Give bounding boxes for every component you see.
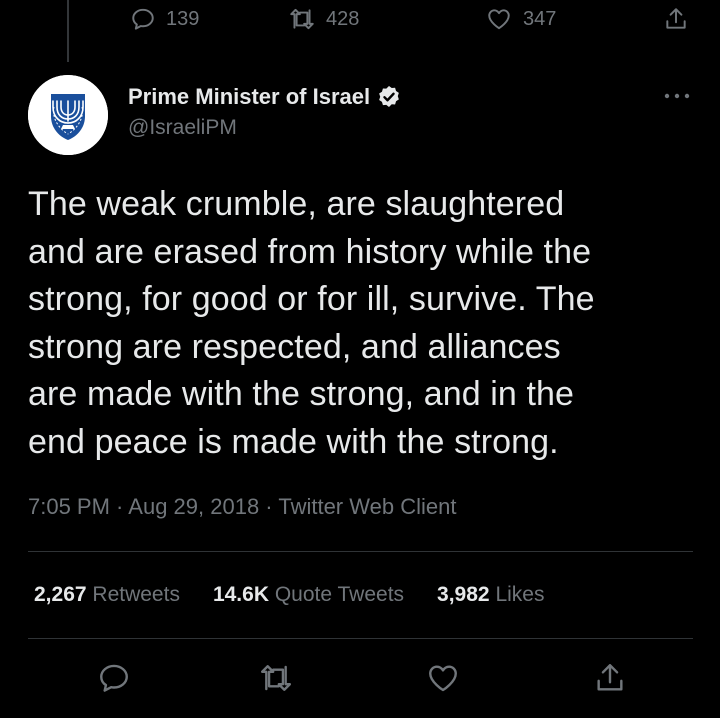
- like-button[interactable]: [425, 660, 461, 696]
- likes-stat[interactable]: 3,982 Likes: [437, 583, 544, 607]
- tweet-text-line: are made with the strong, and in the: [28, 375, 575, 413]
- retweets-stat[interactable]: 2,267 Retweets: [34, 583, 180, 607]
- tweet-time[interactable]: 7:05 PM: [28, 494, 110, 519]
- previous-reply-button[interactable]: 139: [130, 6, 199, 32]
- retweet-icon: [290, 8, 314, 30]
- previous-share-button[interactable]: [663, 6, 689, 32]
- quote-tweets-count: 14.6K: [212, 583, 269, 606]
- state-emblem-icon: [28, 75, 108, 155]
- likes-count: 3,982: [437, 583, 490, 606]
- retweet-button[interactable]: [258, 660, 294, 696]
- retweets-label: Retweets: [92, 583, 180, 606]
- more-icon: [664, 93, 690, 99]
- heart-icon: [488, 9, 510, 30]
- tweet-text: The weak crumble, are slaughtered and ar…: [28, 181, 698, 466]
- likes-label: Likes: [495, 583, 545, 606]
- previous-tweet-actions: 139 428 347: [130, 6, 700, 36]
- divider: [28, 551, 693, 552]
- divider: [28, 638, 693, 639]
- tweet-stats: 2,267 Retweets 14.6K Quote Tweets 3,982 …: [34, 583, 544, 607]
- meta-separator: ·: [109, 494, 129, 519]
- heart-icon: [429, 665, 457, 692]
- share-icon: [666, 8, 686, 29]
- quote-tweets-label: Quote Tweets: [274, 583, 405, 606]
- previous-retweet-button[interactable]: 428: [288, 6, 359, 32]
- reply-icon: [100, 664, 128, 692]
- retweet-icon: [260, 665, 292, 691]
- tweet-source[interactable]: Twitter Web Client: [278, 494, 456, 519]
- share-button[interactable]: [592, 660, 628, 696]
- previous-reply-count: 139: [166, 7, 200, 30]
- previous-retweet-count: 428: [326, 7, 360, 30]
- reply-button[interactable]: [96, 660, 132, 696]
- reply-icon: [132, 8, 154, 30]
- previous-like-button[interactable]: 347: [485, 6, 556, 32]
- share-icon: [597, 664, 623, 691]
- retweets-count: 2,267: [34, 583, 87, 606]
- meta-separator: ·: [259, 494, 279, 519]
- more-options-button[interactable]: [662, 86, 692, 106]
- author-name[interactable]: Prime Minister of Israel: [128, 84, 370, 110]
- tweet-text-line: strong, for good or for ill, survive. Th…: [28, 280, 595, 318]
- previous-like-count: 347: [523, 7, 557, 30]
- author-handle[interactable]: @IsraeliPM: [128, 116, 402, 140]
- verified-badge-icon: [379, 85, 399, 107]
- quote-tweets-stat[interactable]: 14.6K Quote Tweets: [213, 583, 404, 607]
- tweet-text-line: strong are respected, and alliances: [28, 327, 561, 366]
- tweet-text-line: and are erased from history while the: [28, 232, 592, 271]
- tweet-text-line: end peace is made with the strong.: [28, 422, 559, 461]
- tweet-date[interactable]: Aug 29, 2018: [128, 494, 259, 519]
- tweet-action-bar: [0, 660, 720, 700]
- tweet-text-line: The weak crumble, are slaughtered: [28, 185, 565, 223]
- tweet-metadata: 7:05 PM · Aug 29, 2018 · Twitter Web Cli…: [28, 494, 456, 520]
- author-block: Prime Minister of Israel @IsraeliPM: [128, 84, 402, 140]
- thread-connector-line: [67, 0, 69, 62]
- author-avatar[interactable]: [28, 75, 108, 155]
